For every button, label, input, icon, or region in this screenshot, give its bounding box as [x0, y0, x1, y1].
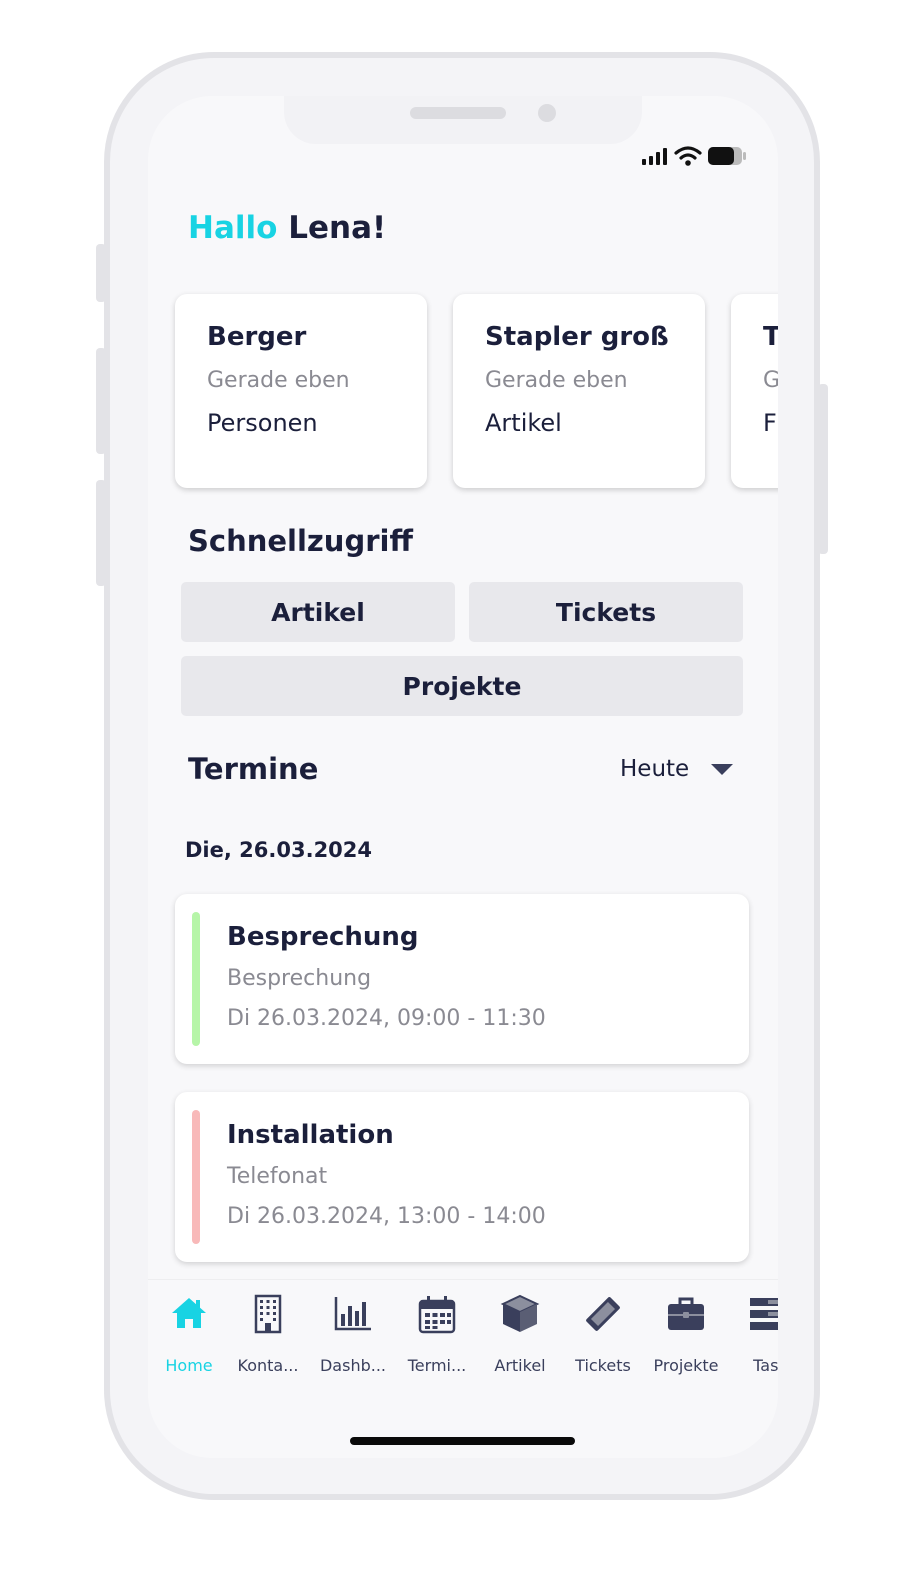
- appointment-datetime: Di 26.03.2024, 13:00 - 14:00: [227, 1204, 546, 1229]
- greeting-name: Lena!: [288, 210, 387, 246]
- power-button: [818, 384, 828, 554]
- building-icon: [254, 1294, 282, 1334]
- appointment-type: Telefonat: [227, 1164, 328, 1189]
- tab-label: Home: [165, 1356, 213, 1375]
- recent-card[interactable]: T G F: [731, 294, 778, 488]
- chevron-down-icon: [711, 763, 734, 775]
- recent-card-time: Gerade eben: [485, 368, 628, 393]
- bottom-tab-bar: Home Konta... Dashb... Termi... Artikel …: [148, 1280, 778, 1390]
- recent-card-title: Stapler groß: [485, 322, 669, 352]
- greeting-prefix: Hallo: [188, 210, 278, 246]
- volume-down-button: [96, 480, 106, 586]
- recent-card-category: Artikel: [485, 409, 562, 437]
- tab-label: Termi...: [407, 1356, 467, 1375]
- recent-card-time: G: [763, 368, 778, 393]
- tab-tasks[interactable]: Tasl: [727, 1280, 778, 1390]
- home-indicator[interactable]: [350, 1437, 575, 1445]
- bar-chart-icon: [334, 1297, 371, 1331]
- tab-articles[interactable]: Artikel: [479, 1280, 561, 1390]
- tab-label: Projekte: [653, 1356, 719, 1375]
- recent-card-title: Berger: [207, 322, 307, 352]
- tab-label: Konta...: [237, 1356, 299, 1375]
- recent-card-title: T: [763, 322, 778, 352]
- tab-contacts[interactable]: Konta...: [227, 1280, 309, 1390]
- tab-appointments[interactable]: Termi...: [396, 1280, 478, 1390]
- recent-cards-carousel[interactable]: Berger Gerade eben Personen Stapler groß…: [148, 280, 778, 504]
- recent-card-category: F: [763, 409, 777, 437]
- greeting: Hallo Lena!: [188, 210, 386, 246]
- tab-home[interactable]: Home: [148, 1280, 230, 1390]
- appointment-title: Installation: [227, 1120, 394, 1150]
- speaker: [410, 107, 506, 119]
- appointment-card[interactable]: Installation Telefonat Di 26.03.2024, 13…: [175, 1092, 749, 1262]
- tab-label: Tickets: [575, 1356, 631, 1375]
- quick-access-articles-button[interactable]: Artikel: [181, 582, 455, 642]
- signal-icon: [642, 148, 667, 165]
- appointments-date: Die, 26.03.2024: [185, 838, 373, 862]
- ticket-icon: [586, 1297, 620, 1331]
- recent-card[interactable]: Stapler groß Gerade eben Artikel: [453, 294, 705, 488]
- tab-label: Tasl: [753, 1356, 778, 1375]
- appointment-title: Besprechung: [227, 922, 419, 952]
- briefcase-icon: [668, 1297, 704, 1330]
- camera: [538, 104, 556, 122]
- filter-value: Heute: [620, 756, 690, 782]
- tab-projects[interactable]: Projekte: [645, 1280, 727, 1390]
- appointment-color-bar: [192, 1110, 200, 1244]
- calendar-icon: [418, 1296, 456, 1334]
- home-icon: [172, 1298, 206, 1328]
- recent-card-category: Personen: [207, 409, 318, 437]
- wifi-icon: [674, 146, 702, 166]
- volume-up-button: [96, 348, 106, 454]
- battery-icon: [708, 147, 746, 165]
- mute-switch: [96, 244, 106, 302]
- appointments-title: Termine: [188, 752, 319, 786]
- notch: [284, 96, 642, 144]
- appointment-card[interactable]: Besprechung Besprechung Di 26.03.2024, 0…: [175, 894, 749, 1064]
- tab-label: Dashb...: [319, 1356, 386, 1375]
- tab-tickets[interactable]: Tickets: [562, 1280, 644, 1390]
- quick-access-projects-button[interactable]: Projekte: [181, 656, 743, 716]
- appointment-type: Besprechung: [227, 966, 372, 991]
- appointment-datetime: Di 26.03.2024, 09:00 - 11:30: [227, 1006, 546, 1031]
- tasks-icon: [750, 1298, 778, 1330]
- recent-card[interactable]: Berger Gerade eben Personen: [175, 294, 427, 488]
- recent-card-time: Gerade eben: [207, 368, 350, 393]
- box-icon: [500, 1294, 540, 1332]
- tab-label: Artikel: [494, 1356, 546, 1375]
- tab-dashboard[interactable]: Dashb...: [312, 1280, 394, 1390]
- quick-access-tickets-button[interactable]: Tickets: [469, 582, 743, 642]
- appointment-color-bar: [192, 912, 200, 1046]
- quick-access-title: Schnellzugriff: [188, 524, 413, 558]
- appointments-filter-dropdown[interactable]: Heute: [620, 756, 734, 782]
